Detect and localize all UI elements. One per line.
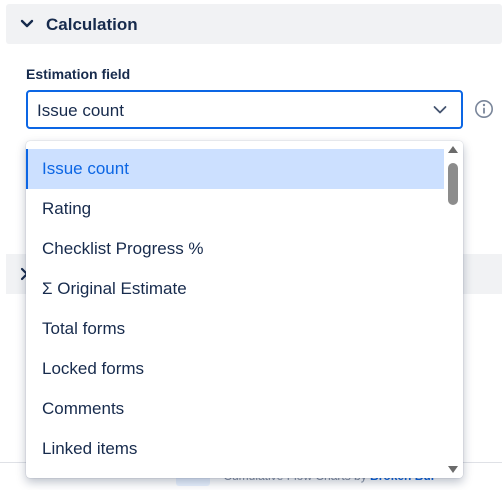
menu-item-label: Σ Original Estimate — [42, 279, 187, 298]
section-title: Calculation — [46, 15, 138, 34]
dropdown-list: Issue count Rating Checklist Progress % … — [26, 149, 444, 469]
menu-item-label: Checklist Progress % — [42, 239, 204, 258]
menu-item-locked-forms[interactable]: Locked forms — [26, 349, 444, 389]
scroll-up-arrow-icon[interactable] — [447, 145, 459, 154]
menu-item-label: Comments — [42, 399, 125, 418]
menu-item-rating[interactable]: Rating — [26, 189, 444, 229]
chevron-down-icon — [20, 19, 34, 28]
select-value: Issue count — [37, 101, 124, 120]
menu-item-label: Issue count — [42, 159, 129, 178]
estimation-field-dropdown[interactable]: Issue count Rating Checklist Progress % … — [26, 141, 463, 478]
menu-item-label: Linked items — [42, 439, 138, 458]
estimation-field-select[interactable]: Issue count — [26, 90, 463, 129]
scroll-down-arrow-icon[interactable] — [447, 465, 459, 474]
menu-item-label: Locked forms — [42, 359, 145, 378]
chevron-down-icon — [433, 106, 447, 114]
menu-item-total-forms[interactable]: Total forms — [26, 309, 444, 349]
dropdown-scrollbar[interactable] — [444, 141, 463, 478]
estimation-field-label: Estimation field — [26, 66, 131, 82]
scroll-thumb[interactable] — [448, 163, 458, 205]
menu-item-label: Total forms — [42, 319, 126, 338]
calculation-section-header[interactable]: Calculation — [6, 4, 502, 44]
menu-item-checklist-progress[interactable]: Checklist Progress % — [26, 229, 444, 269]
menu-item-comments[interactable]: Comments — [26, 389, 444, 429]
info-icon[interactable] — [474, 99, 494, 119]
menu-item-original-estimate[interactable]: Σ Original Estimate — [26, 269, 444, 309]
menu-item-issue-count[interactable]: Issue count — [26, 149, 444, 189]
menu-item-label: Rating — [42, 199, 92, 218]
menu-item-linked-items[interactable]: Linked items — [26, 429, 444, 469]
